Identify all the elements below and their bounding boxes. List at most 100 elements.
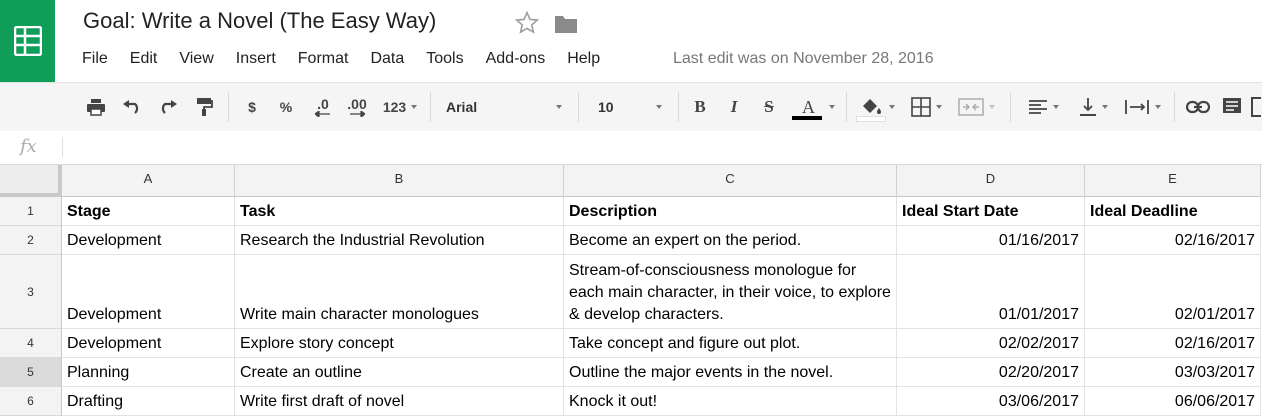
text-overflow-icon bbox=[1124, 100, 1149, 114]
font-family-dropdown[interactable]: Arial bbox=[440, 83, 568, 131]
increase-decimal-button[interactable]: .00 bbox=[342, 83, 372, 131]
chevron-down-icon bbox=[556, 105, 562, 109]
cell-d4[interactable]: 02/02/2017 bbox=[897, 329, 1085, 358]
folder-icon[interactable] bbox=[554, 14, 578, 39]
menu-insert[interactable]: Insert bbox=[236, 50, 276, 70]
comment-icon[interactable] bbox=[1218, 83, 1246, 131]
menu-file[interactable]: File bbox=[82, 50, 108, 70]
cell-c4[interactable]: Take concept and figure out plot. bbox=[564, 329, 897, 358]
cell-e3[interactable]: 02/01/2017 bbox=[1085, 255, 1261, 329]
menu-edit[interactable]: Edit bbox=[130, 50, 158, 70]
toolbar-separator bbox=[578, 92, 579, 122]
row-header-2[interactable]: 2 bbox=[0, 226, 62, 255]
borders-dropdown[interactable] bbox=[904, 83, 948, 131]
merge-cells-icon bbox=[957, 98, 984, 116]
redo-icon[interactable] bbox=[154, 83, 182, 131]
fill-color-swatch bbox=[856, 116, 886, 122]
decrease-decimal-button[interactable]: .0 bbox=[308, 83, 338, 131]
cell-a4[interactable]: Development bbox=[62, 329, 235, 358]
percent-format-button[interactable]: % bbox=[274, 83, 298, 131]
formula-input[interactable] bbox=[70, 135, 1254, 161]
menu-format[interactable]: Format bbox=[298, 50, 349, 70]
column-header-e[interactable]: E bbox=[1085, 165, 1261, 197]
cell-d3[interactable]: 01/01/2017 bbox=[897, 255, 1085, 329]
document-title[interactable]: Goal: Write a Novel (The Easy Way) bbox=[83, 8, 436, 34]
formula-separator bbox=[62, 137, 63, 157]
cell-b1[interactable]: Task bbox=[235, 197, 564, 226]
cell-b3[interactable]: Write main character monologues bbox=[235, 255, 564, 329]
cell-c5[interactable]: Outline the major events in the novel. bbox=[564, 358, 897, 387]
cell-e5[interactable]: 03/03/2017 bbox=[1085, 358, 1261, 387]
text-wrapping-dropdown[interactable] bbox=[1118, 83, 1166, 131]
row-header-1[interactable]: 1 bbox=[0, 197, 62, 226]
horizontal-align-dropdown[interactable] bbox=[1020, 83, 1066, 131]
cell-a5[interactable]: Planning bbox=[62, 358, 235, 387]
cell-d1[interactable]: Ideal Start Date bbox=[897, 197, 1085, 226]
arrow-right-icon bbox=[350, 111, 365, 117]
toolbar-separator bbox=[430, 92, 431, 122]
chevron-down-icon bbox=[828, 105, 835, 109]
vertical-align-dropdown[interactable] bbox=[1070, 83, 1116, 131]
menu-help[interactable]: Help bbox=[567, 50, 600, 70]
column-header-a[interactable]: A bbox=[62, 165, 235, 197]
chart-icon[interactable] bbox=[1250, 83, 1262, 131]
menu-view[interactable]: View bbox=[179, 50, 213, 70]
cell-a1[interactable]: Stage bbox=[62, 197, 235, 226]
strikethrough-button[interactable]: S bbox=[756, 83, 782, 131]
chevron-down-icon bbox=[1101, 105, 1108, 109]
paint-format-icon[interactable] bbox=[190, 83, 218, 131]
cell-c2[interactable]: Become an expert on the period. bbox=[564, 226, 897, 255]
chevron-down-icon bbox=[1052, 105, 1059, 109]
bold-button[interactable]: B bbox=[688, 83, 712, 131]
cell-b2[interactable]: Research the Industrial Revolution bbox=[235, 226, 564, 255]
last-edit-status[interactable]: Last edit was on November 28, 2016 bbox=[673, 50, 934, 68]
toolbar-separator bbox=[846, 92, 847, 122]
column-header-d[interactable]: D bbox=[897, 165, 1085, 197]
undo-icon[interactable] bbox=[118, 83, 146, 131]
cell-b6[interactable]: Write first draft of novel bbox=[235, 387, 564, 416]
italic-button[interactable]: I bbox=[722, 83, 746, 131]
chevron-down-icon bbox=[935, 105, 942, 109]
merge-cells-dropdown[interactable] bbox=[952, 83, 1000, 131]
star-icon[interactable] bbox=[514, 10, 540, 41]
row-header-5[interactable]: 5 bbox=[0, 358, 62, 387]
formula-bar: fx bbox=[0, 131, 1262, 165]
currency-format-button[interactable]: $ bbox=[240, 83, 264, 131]
sheets-logo[interactable] bbox=[0, 0, 55, 82]
row-header-6[interactable]: 6 bbox=[0, 387, 62, 416]
more-formats-dropdown[interactable]: 123 bbox=[378, 83, 422, 131]
row-header-4[interactable]: 4 bbox=[0, 329, 62, 358]
cell-e2[interactable]: 02/16/2017 bbox=[1085, 226, 1261, 255]
column-header-c[interactable]: C bbox=[564, 165, 897, 197]
cell-b5[interactable]: Create an outline bbox=[235, 358, 564, 387]
cell-c1[interactable]: Description bbox=[564, 197, 897, 226]
row-header-3[interactable]: 3 bbox=[0, 255, 62, 329]
link-icon[interactable] bbox=[1182, 83, 1214, 131]
cell-d5[interactable]: 02/20/2017 bbox=[897, 358, 1085, 387]
fill-color-dropdown[interactable] bbox=[856, 83, 898, 131]
font-size-dropdown[interactable]: 10 bbox=[592, 83, 668, 131]
toolbar-separator bbox=[1010, 92, 1011, 122]
menu-tools[interactable]: Tools bbox=[426, 50, 463, 70]
cell-e4[interactable]: 02/16/2017 bbox=[1085, 329, 1261, 358]
select-all-corner[interactable] bbox=[0, 165, 62, 197]
cell-a6[interactable]: Drafting bbox=[62, 387, 235, 416]
text-color-swatch bbox=[792, 116, 822, 120]
cell-c6[interactable]: Knock it out! bbox=[564, 387, 897, 416]
text-color-dropdown[interactable]: A bbox=[790, 83, 838, 131]
toolbar-separator bbox=[228, 92, 229, 122]
cell-e6[interactable]: 06/06/2017 bbox=[1085, 387, 1261, 416]
print-icon[interactable] bbox=[82, 83, 110, 131]
app-header: Goal: Write a Novel (The Easy Way) File … bbox=[0, 0, 1262, 82]
cell-d6[interactable]: 03/06/2017 bbox=[897, 387, 1085, 416]
menu-data[interactable]: Data bbox=[370, 50, 404, 70]
cell-b4[interactable]: Explore story concept bbox=[235, 329, 564, 358]
cell-c3[interactable]: Stream-of-consciousness monologue for ea… bbox=[564, 255, 897, 329]
cell-d2[interactable]: 01/16/2017 bbox=[897, 226, 1085, 255]
cell-e1[interactable]: Ideal Deadline bbox=[1085, 197, 1261, 226]
menu-add-ons[interactable]: Add-ons bbox=[486, 50, 546, 70]
column-header-b[interactable]: B bbox=[235, 165, 564, 197]
cell-a3[interactable]: Development bbox=[62, 255, 235, 329]
spreadsheet-grid: A B C D E 1 Stage Task Description Ideal… bbox=[0, 165, 1262, 418]
cell-a2[interactable]: Development bbox=[62, 226, 235, 255]
